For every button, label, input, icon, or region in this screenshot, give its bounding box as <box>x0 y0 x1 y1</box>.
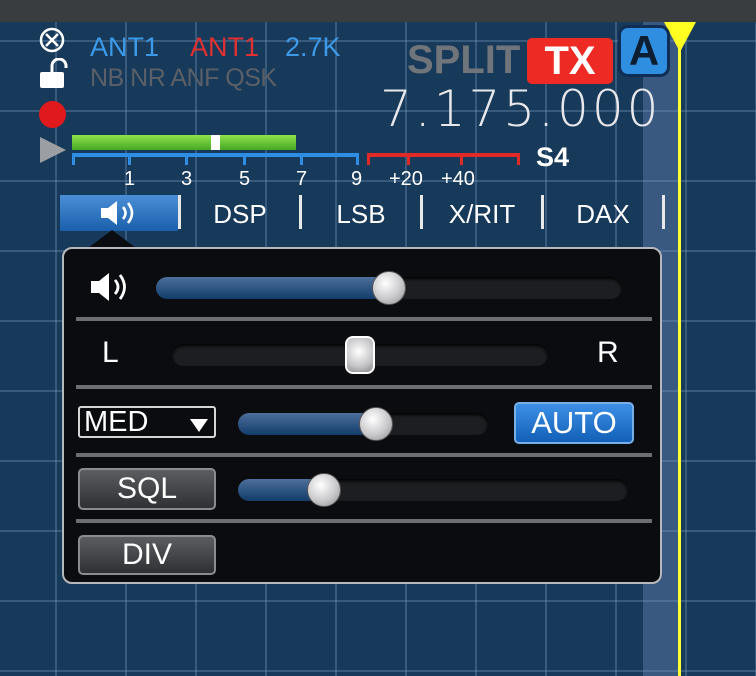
record-icon[interactable] <box>39 101 66 128</box>
diversity-button[interactable]: DIV <box>78 535 216 575</box>
smeter-reading: S4 <box>536 142 570 172</box>
close-slice-icon[interactable] <box>38 26 66 54</box>
pan-right-label: R <box>597 336 619 369</box>
smeter-tick <box>356 153 359 165</box>
tab-separator <box>662 195 665 229</box>
volume-slider-knob[interactable] <box>372 271 406 305</box>
smeter-scale-label: 5 <box>239 168 251 190</box>
smeter-tick <box>72 153 75 165</box>
smeter-tick <box>185 153 188 165</box>
play-icon[interactable] <box>40 137 66 163</box>
agc-threshold-slider[interactable] <box>238 407 488 441</box>
agc-threshold-fill <box>238 413 376 435</box>
smeter-tick <box>243 153 246 165</box>
rx-antenna-button[interactable]: ANT1 <box>90 32 159 63</box>
tx-badge[interactable]: TX <box>527 38 613 84</box>
smeter-tick <box>128 153 131 165</box>
dsp-status-flags: NB NR ANF QSK <box>90 64 277 92</box>
panel-divider <box>76 317 652 321</box>
panel-divider <box>76 519 652 523</box>
volume-slider-fill <box>156 277 389 299</box>
frequency-display[interactable]: 7.175.000 <box>380 80 661 138</box>
agc-mode-select[interactable]: MED <box>78 406 216 438</box>
filter-width-label[interactable]: 2.7K <box>285 32 341 63</box>
speaker-icon <box>101 201 134 225</box>
smeter-peak-marker <box>211 135 220 150</box>
agc-mode-value: MED <box>84 406 149 438</box>
tab-audio[interactable] <box>60 195 178 231</box>
slice-tab-bar: DSP LSB X/RIT DAX <box>60 195 666 231</box>
panel-pointer <box>88 230 136 248</box>
smeter-scale-label: +40 <box>441 168 475 190</box>
chevron-down-icon <box>190 419 208 432</box>
smeter-tick <box>300 153 303 165</box>
tab-xrit[interactable]: X/RIT <box>423 195 541 231</box>
agc-auto-button[interactable]: AUTO <box>514 402 634 444</box>
tx-antenna-button[interactable]: ANT1 <box>190 32 259 63</box>
squelch-slider[interactable] <box>238 473 628 507</box>
panel-divider <box>76 453 652 457</box>
smeter-scale-s-units <box>72 153 359 157</box>
pan-slider-knob[interactable] <box>345 336 375 374</box>
unlock-icon[interactable] <box>38 58 68 90</box>
squelch-slider-knob[interactable] <box>306 473 341 507</box>
smeter-scale-over-s9 <box>367 153 520 157</box>
smeter-scale-label: +20 <box>389 168 423 190</box>
slice-letter-badge[interactable]: A <box>618 25 670 77</box>
squelch-button[interactable]: SQL <box>78 468 216 510</box>
smeter-scale-label: 7 <box>296 168 308 190</box>
smeter-scale-label: 3 <box>181 168 193 190</box>
pan-left-label: L <box>102 336 119 369</box>
smeter-tick <box>367 153 370 165</box>
pan-slider[interactable] <box>172 336 548 374</box>
tab-mode[interactable]: LSB <box>302 195 420 231</box>
panel-divider <box>76 385 652 389</box>
smeter-tick <box>407 153 410 165</box>
smeter-scale-label: 1 <box>124 168 136 190</box>
tab-dax[interactable]: DAX <box>544 195 662 231</box>
window-top-bar <box>0 0 756 22</box>
agc-threshold-knob[interactable] <box>358 407 393 441</box>
frequency-marker-line[interactable] <box>678 30 681 676</box>
volume-slider[interactable] <box>156 271 622 305</box>
audio-panel: L R MED AUTO SQL DIV <box>62 247 662 584</box>
smeter-scale-label: 9 <box>351 168 363 190</box>
smeter-tick <box>460 153 463 165</box>
smeter-tick <box>517 153 520 165</box>
split-button[interactable]: SPLIT <box>407 38 520 83</box>
speaker-icon <box>91 273 126 301</box>
tab-dsp[interactable]: DSP <box>181 195 299 231</box>
smeter-bar-fill <box>72 135 296 150</box>
